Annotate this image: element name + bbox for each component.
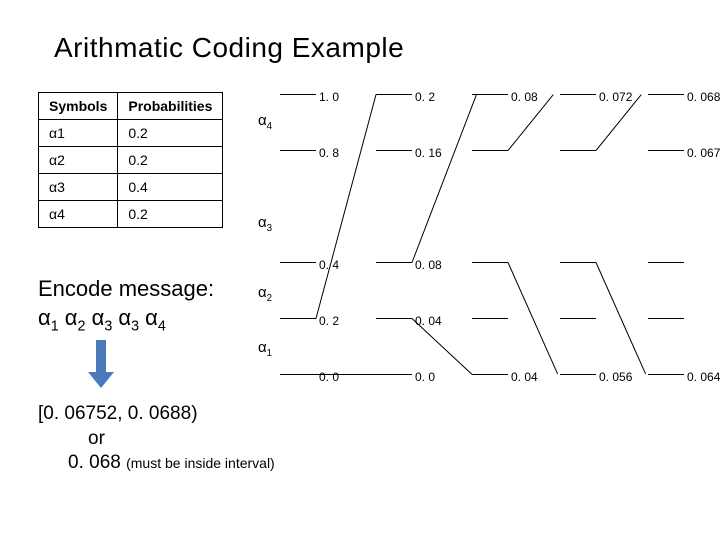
col1-0.08: 0. 08 <box>415 258 442 272</box>
table-row: α3 0.4 <box>39 174 223 201</box>
alpha2-label: α2 <box>258 284 272 304</box>
th-symbols: Symbols <box>39 93 118 120</box>
result-note: (must be inside interval) <box>126 455 275 471</box>
interval-col-1: 0. 2 0. 16 0. 08 0. 04 0. 0 <box>376 94 412 374</box>
alpha1-label: α1 <box>258 339 272 359</box>
col4-bot: 0. 0644 <box>687 370 720 384</box>
col4-top: 0. 0688 <box>687 90 720 104</box>
col3-top: 0. 072 <box>599 90 632 104</box>
link-line <box>316 94 377 318</box>
result-value-line: 0. 068 (must be inside interval) <box>38 451 275 476</box>
alpha3-label: α3 <box>258 214 272 234</box>
col1-top: 0. 2 <box>415 90 435 104</box>
page-title: Arithmatic Coding Example <box>54 32 404 64</box>
col2-top: 0. 08 <box>511 90 538 104</box>
col0-0.2: 0. 2 <box>319 314 339 328</box>
cell-symbol: α2 <box>39 147 118 174</box>
interval-col-4: 0. 0688 0. 06752 0. 0644 <box>648 94 684 374</box>
table-row: α4 0.2 <box>39 201 223 228</box>
link-line <box>508 262 559 374</box>
table-header-row: Symbols Probabilities <box>39 93 223 120</box>
result-or: or <box>38 427 275 452</box>
col2-bot: 0. 04 <box>511 370 538 384</box>
th-probabilities: Probabilities <box>118 93 223 120</box>
cell-prob: 0.2 <box>118 201 223 228</box>
interval-col-3: 0. 072 0. 056 <box>560 94 596 374</box>
encode-label: Encode message: <box>38 275 214 304</box>
col1-0.16: 0. 16 <box>415 146 442 160</box>
result-text: [0. 06752, 0. 0688) or 0. 068 (must be i… <box>38 402 275 476</box>
result-interval: [0. 06752, 0. 0688) <box>38 402 275 427</box>
cell-prob: 0.2 <box>118 120 223 147</box>
cell-symbol: α4 <box>39 201 118 228</box>
interval-diagram: α4 α3 α2 α1 1. 0 0. 8 0. 4 0. 2 0. 0 0. … <box>268 94 698 394</box>
col3-bot: 0. 056 <box>599 370 632 384</box>
interval-col-2: 0. 08 0. 04 <box>472 94 508 374</box>
alpha4-label: α4 <box>258 112 272 132</box>
link-line <box>596 262 647 374</box>
down-arrow-icon <box>88 340 114 390</box>
cell-prob: 0.2 <box>118 147 223 174</box>
col4-06752: 0. 06752 <box>687 146 720 160</box>
cell-prob: 0.4 <box>118 174 223 201</box>
table-row: α1 0.2 <box>39 120 223 147</box>
cell-symbol: α1 <box>39 120 118 147</box>
col0-bot: 0. 0 <box>319 370 339 384</box>
link-line <box>316 374 376 375</box>
link-line <box>412 94 477 262</box>
encode-sequence: α1 α2 α3 α3 α4 <box>38 304 214 336</box>
encode-message: Encode message: α1 α2 α3 α3 α4 <box>38 275 214 336</box>
cell-symbol: α3 <box>39 174 118 201</box>
result-value: 0. 068 <box>38 452 121 473</box>
col0-0.8: 0. 8 <box>319 146 339 160</box>
col1-bot: 0. 0 <box>415 370 435 384</box>
table-row: α2 0.2 <box>39 147 223 174</box>
probability-table: Symbols Probabilities α1 0.2 α2 0.2 α3 0… <box>38 92 223 228</box>
col0-top: 1. 0 <box>319 90 339 104</box>
interval-col-0: 1. 0 0. 8 0. 4 0. 2 0. 0 <box>280 94 316 374</box>
